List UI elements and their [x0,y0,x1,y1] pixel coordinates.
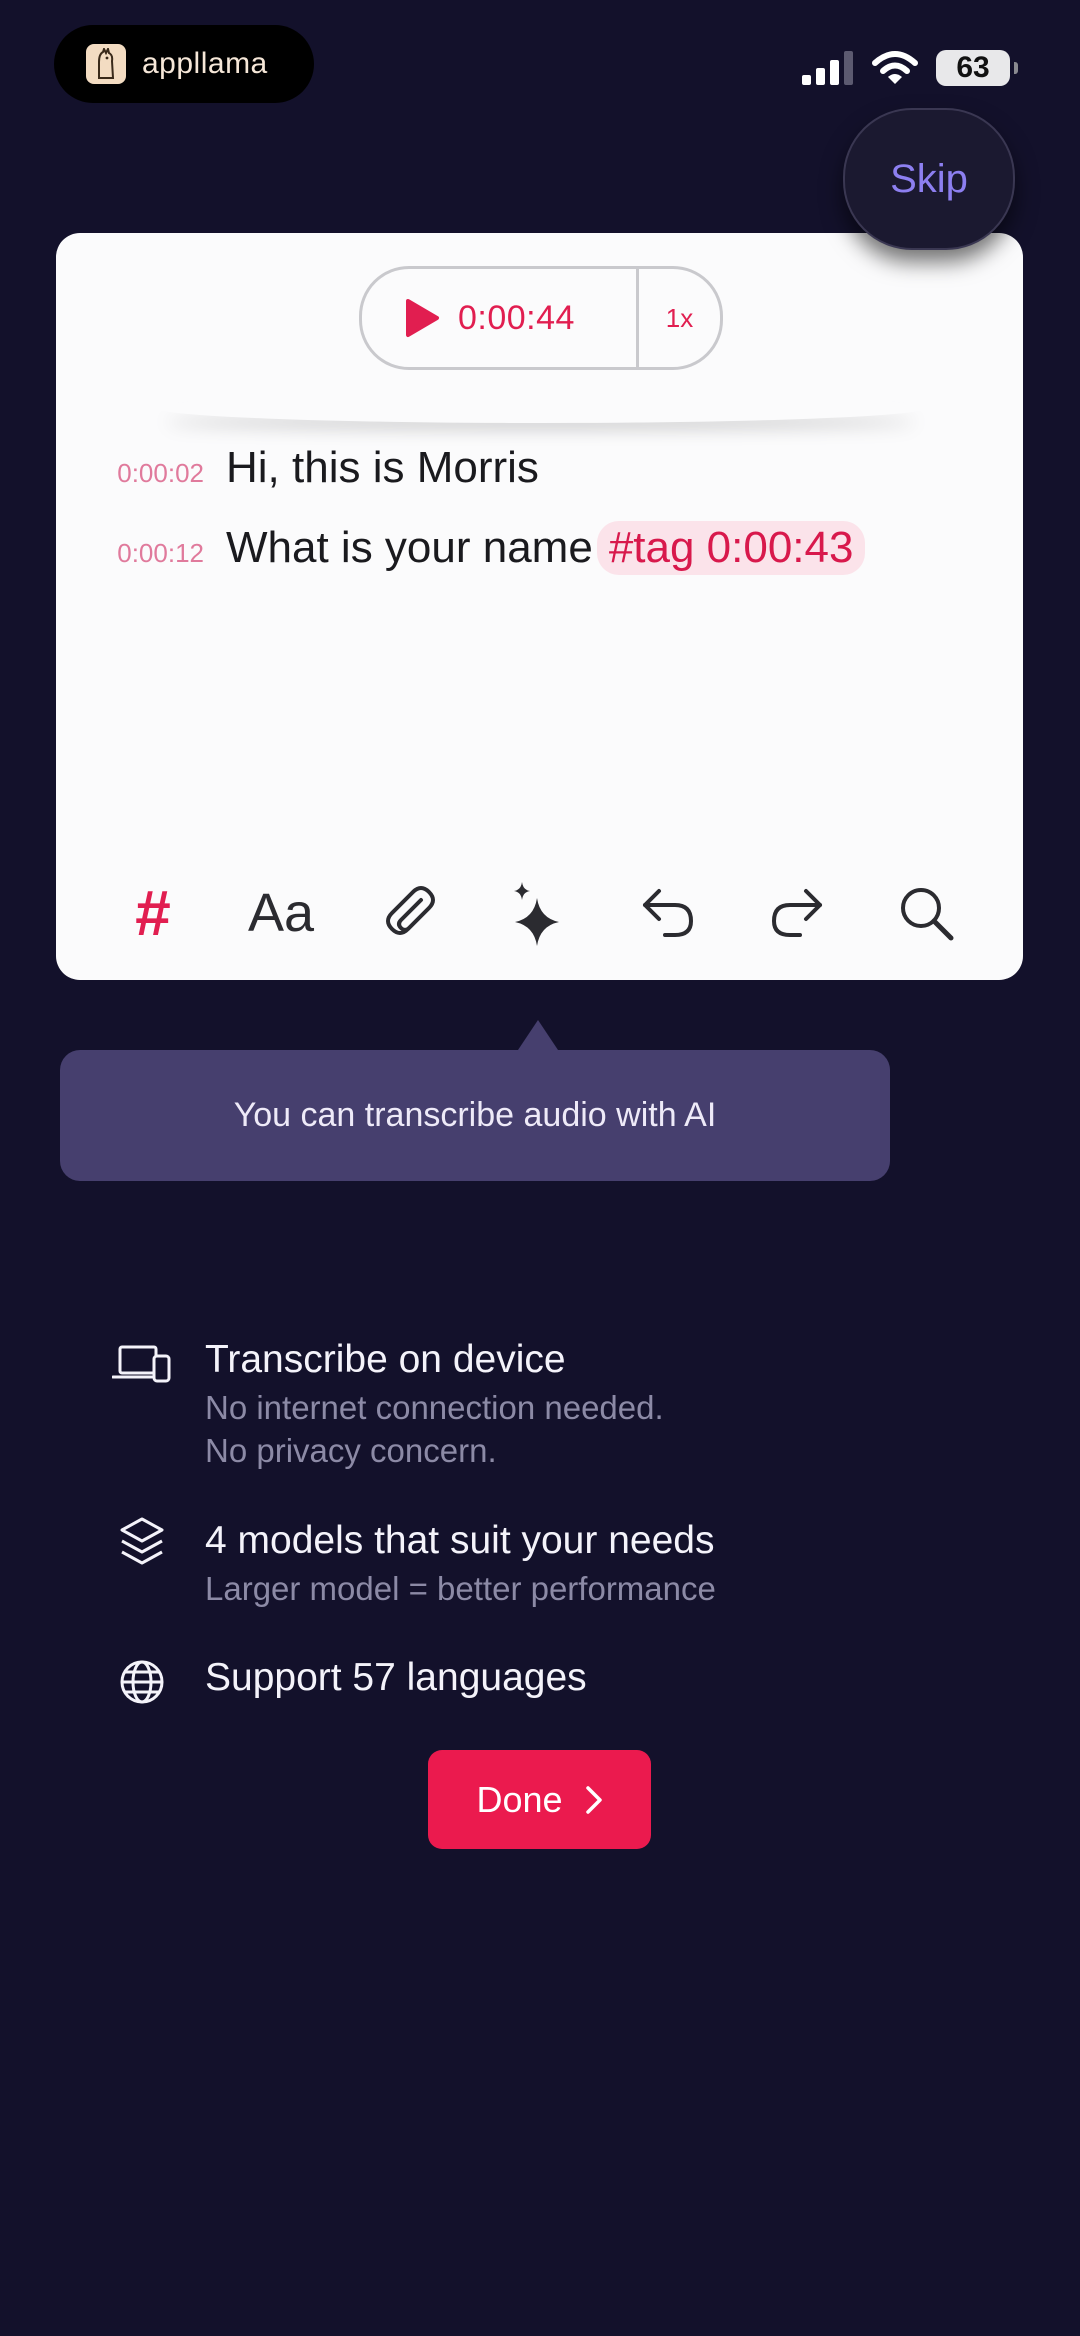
feature-title: Transcribe on device [205,1338,566,1381]
brand-name: appllama [142,47,268,80]
signal-icon [802,51,853,85]
redo-button[interactable] [757,873,837,953]
play-icon [406,299,439,337]
player-shadow [156,393,926,423]
feature-title: 4 models that suit your needs [205,1519,715,1562]
playback-speed-button[interactable]: 1x [639,303,720,334]
brand-pill[interactable]: appllama [54,25,314,103]
play-button[interactable]: 0:00:44 [362,269,639,367]
devices-icon [112,1334,172,1394]
hashtag-icon: # [134,877,170,949]
editor-card: 0:00:44 1x 0:00:02 Hi, this is Morris 0:… [56,233,1023,980]
search-button[interactable] [886,873,966,953]
hashtag-button[interactable]: # [112,873,192,953]
ai-transcribe-button[interactable] [499,873,579,953]
redo-icon [771,889,822,937]
line-timestamp[interactable]: 0:00:02 [56,458,204,489]
line-text[interactable]: What is your name [226,523,593,573]
transcript-line[interactable]: 0:00:12 What is your name #tag 0:00:43 [56,521,866,575]
feature-title: Support 57 languages [205,1656,587,1699]
ai-tooltip: You can transcribe audio with AI [60,1050,890,1181]
tag-chip[interactable]: #tag 0:00:43 [596,521,866,575]
battery-level: 63 [956,51,990,84]
status-icons: 63 [802,50,1018,86]
format-button[interactable]: Aa [241,873,321,953]
llama-logo-icon [86,44,126,84]
paperclip-icon [386,886,435,935]
skip-button[interactable]: Skip [843,108,1015,250]
audio-player: 0:00:44 1x [359,266,723,370]
layers-icon [112,1512,172,1572]
line-timestamp[interactable]: 0:00:12 [56,538,204,569]
done-label: Done [476,1778,563,1820]
globe-icon [112,1652,172,1712]
battery-indicator: 63 [936,50,1018,86]
chevron-right-icon [585,1785,602,1814]
search-icon [901,888,954,941]
feature-description: No privacy concern. [205,1432,497,1469]
transcript-line[interactable]: 0:00:02 Hi, this is Morris [56,443,539,493]
undo-icon [643,889,694,937]
editor-toolbar: # Aa [56,873,1023,953]
tooltip-arrow [518,1020,558,1050]
format-text-icon: Aa [247,883,315,943]
feature-description: Larger model = better performance [205,1570,716,1607]
line-text[interactable]: Hi, this is Morris [226,443,539,493]
done-button[interactable]: Done [428,1750,651,1849]
wifi-icon [872,51,918,84]
playback-time: 0:00:44 [458,298,575,337]
undo-button[interactable] [628,873,708,953]
feature-description: No internet connection needed. [205,1389,664,1426]
sparkles-icon [514,882,559,946]
attach-button[interactable] [370,873,450,953]
